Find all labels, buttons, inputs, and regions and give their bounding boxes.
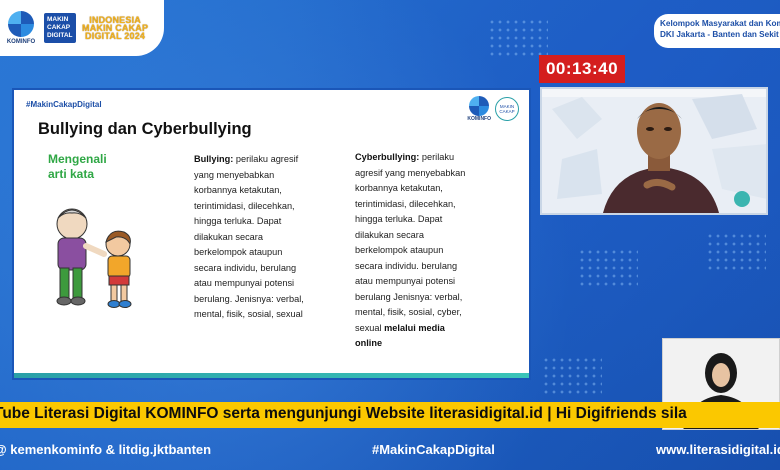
news-ticker: Tube Literasi Digital KOMINFO serta meng…	[0, 402, 780, 428]
footer-social: @ kemenkominfo & litdig.jktbanten	[0, 442, 212, 457]
organizer-line: Kelompok Masyarakat dan Kom	[660, 19, 780, 28]
organizer-line: DKI Jakarta - Banten dan Sekit	[660, 30, 779, 39]
imcd-line: DIGITAL 2024	[85, 31, 146, 41]
mcd-line: MAKIN	[47, 16, 69, 23]
countdown-timer: 00:13:40	[539, 55, 625, 83]
bullying-illustration-icon	[56, 208, 132, 308]
speaker-webcam	[540, 87, 768, 215]
slide-hashtag: #MakinCakapDigital	[26, 100, 102, 109]
header-logo-badge: KOMINFO MAKIN CAKAP DIGITAL INDONESIA MA…	[0, 0, 164, 56]
mcd-line: DIGITAL	[47, 32, 73, 39]
cyberbullying-text: perilaku agresif yang menyebabkan korban…	[355, 152, 466, 333]
kominfo-logo-icon	[469, 96, 490, 116]
slide-title: Bullying dan Cyberbullying	[38, 120, 252, 138]
cyberbullying-term: Cyberbullying:	[355, 152, 420, 162]
bullying-term: Bullying:	[194, 154, 234, 164]
slide-logos: KOMINFO MAKIN CAKAP	[467, 96, 519, 122]
makin-cakap-digital-logo: MAKIN CAKAP DIGITAL	[44, 13, 76, 43]
slide-logo-label: KOMINFO	[467, 116, 491, 122]
footer-website: www.literasidigital.id	[656, 442, 780, 457]
indonesia-makin-cakap-digital-logo: INDONESIA MAKIN CAKAP DIGITAL 2024	[82, 16, 148, 41]
organizer-badge: Kelompok Masyarakat dan Kom DKI Jakarta …	[654, 14, 780, 48]
footer-hashtag: #MakinCakapDigital	[372, 442, 495, 457]
footer-bar: @ kemenkominfo & litdig.jktbanten #Makin…	[0, 428, 780, 470]
bullying-text: perilaku agresif yang menyebabkan korban…	[194, 154, 304, 319]
subtitle-line: arti kata	[48, 167, 95, 181]
mcd-line: CAKAP	[47, 24, 71, 31]
speaker-video-icon	[552, 94, 766, 213]
bullying-definition: Bullying: perilaku agresif yang menyebab…	[194, 152, 312, 323]
decor-dots	[542, 356, 602, 396]
kominfo-label: KOMINFO	[6, 39, 36, 45]
slide-subtitle: Mengenali arti kata	[48, 152, 128, 182]
slide-kominfo-logo: KOMINFO	[467, 96, 491, 122]
kominfo-logo: KOMINFO	[4, 11, 38, 45]
decor-dots	[488, 18, 548, 58]
ticker-text: Tube Literasi Digital KOMINFO serta meng…	[0, 405, 687, 422]
decor-dots	[578, 248, 638, 288]
kominfo-logo-icon	[8, 11, 34, 37]
slide-bottom-bar	[14, 373, 529, 378]
decor-dots	[706, 232, 766, 272]
presentation-slide: #MakinCakapDigital KOMINFO MAKIN CAKAP B…	[12, 88, 531, 380]
subtitle-line: Mengenali	[48, 152, 107, 166]
cyberbullying-definition: Cyberbullying: perilaku agresif yang men…	[355, 150, 473, 352]
mcd-badge-text: MAKIN CAKAP	[499, 104, 515, 114]
makin-cakap-badge-icon: MAKIN CAKAP	[495, 97, 519, 121]
